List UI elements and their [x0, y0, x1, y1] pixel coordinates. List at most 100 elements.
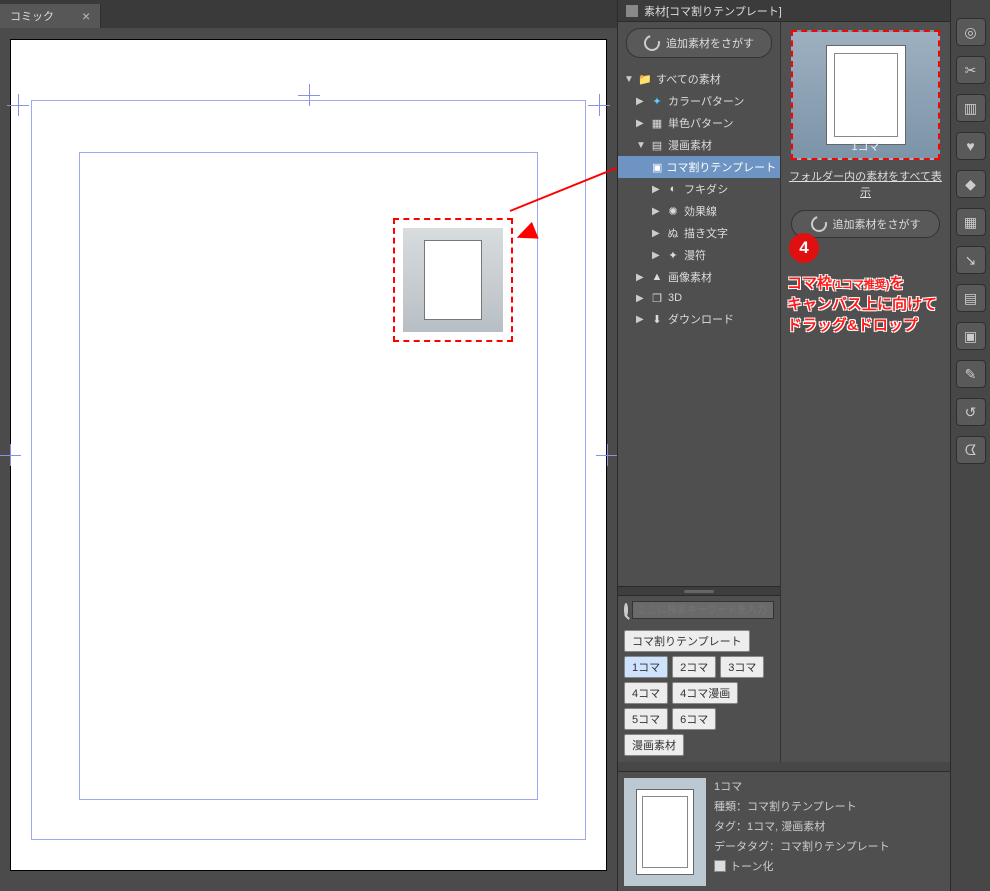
show-all-link[interactable]: フォルダー内の素材をすべて表示 [781, 164, 950, 204]
cube-icon: ❒ [650, 291, 664, 305]
palette-icon: ▤ [964, 290, 977, 307]
tool-button[interactable]: ▤ [956, 284, 986, 312]
tree-item-manpu[interactable]: ▶✦漫符 [618, 244, 780, 266]
tag-button[interactable]: 漫画素材 [624, 734, 684, 756]
folder-icon: 📁 [638, 72, 652, 86]
annotation-text: コマ枠(1コマ推奨)を キャンバス上に向けて ドラッグ&ドロップ [787, 273, 947, 336]
layers-icon: ▣ [964, 328, 977, 345]
tag-button[interactable]: 3コマ [720, 656, 764, 678]
canvas-area[interactable] [0, 28, 617, 891]
panel-title-bar[interactable]: 素材[コマ割りテンプレート] [618, 0, 950, 22]
tool-button[interactable]: ✎ [956, 360, 986, 388]
tree-label: 漫画素材 [668, 137, 712, 153]
balloon-icon: ◐ [666, 182, 680, 196]
tool-button[interactable]: ✂ [956, 56, 986, 84]
scissors-icon: ✂ [965, 62, 977, 79]
info-thumbnail [624, 778, 706, 886]
tool-button[interactable]: ▣ [956, 322, 986, 350]
annotation-step-badge: 4 [789, 233, 819, 263]
tool-button[interactable]: ↺ [956, 398, 986, 426]
find-more-label: 追加素材をさがす [833, 216, 921, 232]
tree-label: 漫符 [684, 247, 706, 263]
find-more-button[interactable]: 追加素材をさがす [626, 28, 772, 58]
tag-button[interactable]: 4コマ漫画 [672, 682, 738, 704]
tag-button[interactable]: 5コマ [624, 708, 668, 730]
panel-splitter[interactable] [618, 586, 780, 596]
tree-item-balloon[interactable]: ▶◐フキダシ [618, 178, 780, 200]
info-datatag: データタグ：コマ割りテンプレート [714, 838, 890, 854]
material-thumb-column: 1コマ フォルダー内の素材をすべて表示 追加素材をさがす 4 コマ枠(1コマ推奨… [781, 22, 950, 762]
search-input[interactable] [632, 601, 774, 619]
text-icon: ぬ [666, 226, 680, 240]
info-name: 1コマ [714, 778, 890, 794]
tool-button[interactable]: ᗧ [956, 436, 986, 464]
tool-button[interactable]: ▦ [956, 208, 986, 236]
burst-icon: ✺ [666, 204, 680, 218]
tag-button[interactable]: 6コマ [672, 708, 716, 730]
tool-button[interactable]: ▥ [956, 94, 986, 122]
quick-access-button[interactable]: ◎ [956, 18, 986, 46]
canvas-page[interactable] [11, 40, 606, 870]
grid-icon: ▦ [964, 214, 977, 231]
tree-label: ダウンロード [668, 311, 734, 327]
tone-label: トーン化 [730, 858, 773, 874]
material-thumbnail[interactable]: 1コマ [791, 30, 940, 160]
tone-checkbox-row[interactable]: トーン化 [714, 858, 890, 874]
tree-item-effect[interactable]: ▶✺効果線 [618, 200, 780, 222]
tree-item-image[interactable]: ▶▲画像素材 [618, 266, 780, 288]
frame-icon [636, 789, 694, 875]
tool-button[interactable]: ♥ [956, 132, 986, 160]
crop-mark-icon [7, 94, 29, 116]
person-icon: ᗧ [965, 442, 977, 459]
tag-cloud: コマ割りテンプレート 1コマ 2コマ 3コマ 4コマ 4コマ漫画 5コマ 6コマ… [618, 624, 780, 762]
tag-button[interactable]: 4コマ [624, 682, 668, 704]
document-tab[interactable]: コミック × [0, 4, 101, 28]
tree-item-3d[interactable]: ▶❒3D [618, 288, 780, 308]
pattern-icon: ✦ [650, 94, 664, 108]
tree-label: 描き文字 [684, 225, 728, 241]
tree-label: 3D [668, 292, 682, 304]
material-tree[interactable]: ▼📁すべての素材 ▶✦カラーパターン ▶▦単色パターン ▼▤漫画素材 ▣コマ割り… [618, 64, 780, 586]
document-tab-bar: コミック × [0, 0, 617, 28]
tree-item-mono[interactable]: ▶▦単色パターン [618, 112, 780, 134]
tag-button[interactable]: 2コマ [672, 656, 716, 678]
close-icon[interactable]: × [82, 8, 90, 24]
pattern-icon: ▦ [650, 116, 664, 130]
frame-preview-icon [826, 45, 906, 145]
template-icon: ▣ [652, 160, 662, 174]
download-icon: ⬇ [650, 312, 664, 326]
material-panel: 素材[コマ割りテンプレート] 追加素材をさがす ▼📁すべての素材 ▶✦カラーパタ… [617, 0, 950, 891]
tree-label: すべての素材 [656, 71, 721, 87]
crop-mark-icon [298, 84, 320, 106]
tree-item-frame-template[interactable]: ▣ コマ割りテンプレート [618, 156, 780, 178]
thumb-label: 1コマ [851, 138, 879, 154]
material-tree-column: 追加素材をさがす ▼📁すべての素材 ▶✦カラーパターン ▶▦単色パターン ▼▤漫… [618, 22, 781, 762]
tree-label: 単色パターン [668, 115, 733, 131]
refresh-icon [641, 32, 663, 54]
tag-button[interactable]: 1コマ [624, 656, 668, 678]
tool-button[interactable]: ↘ [956, 246, 986, 274]
crop-mark-icon [0, 444, 21, 466]
tool-button[interactable]: ◆ [956, 170, 986, 198]
history-icon: ↺ [965, 404, 977, 421]
tree-item-drawn-text[interactable]: ▶ぬ描き文字 [618, 222, 780, 244]
tree-root[interactable]: ▼📁すべての素材 [618, 68, 780, 90]
tree-item-color[interactable]: ▶✦カラーパターン [618, 90, 780, 112]
refresh-icon [808, 213, 830, 235]
target-icon: ◎ [964, 24, 976, 41]
arrow-icon: ↘ [965, 252, 977, 269]
info-kind: 種類：コマ割りテンプレート [714, 798, 890, 814]
document-tab-label: コミック [10, 8, 54, 24]
tree-item-download[interactable]: ▶⬇ダウンロード [618, 308, 780, 330]
checkbox-icon[interactable] [714, 860, 726, 872]
tree-label: 画像素材 [668, 269, 712, 285]
panel-icon [626, 5, 638, 17]
find-more-button[interactable]: 追加素材をさがす [791, 210, 940, 238]
tree-label: コマ割りテンプレート [666, 159, 776, 175]
tag-button[interactable]: コマ割りテンプレート [624, 630, 750, 652]
search-icon [624, 603, 628, 617]
heart-icon: ♥ [966, 138, 974, 154]
tree-item-manga[interactable]: ▼▤漫画素材 [618, 134, 780, 156]
shape-icon: ◆ [965, 176, 976, 193]
tree-label: 効果線 [684, 203, 717, 219]
